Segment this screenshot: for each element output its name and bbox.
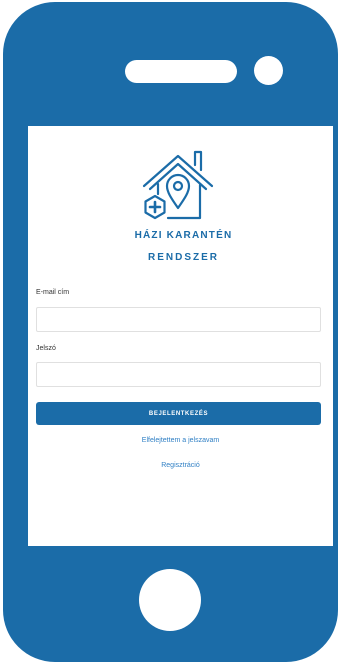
app-title-line2: RENDSZER — [147, 252, 219, 263]
register-link[interactable]: Regisztráció — [28, 462, 333, 469]
phone-home-button — [139, 569, 201, 631]
password-label: Jelszó — [36, 345, 56, 352]
login-button[interactable]: BEJELENTKEZÉS — [36, 402, 321, 425]
email-field[interactable] — [36, 307, 321, 332]
phone-speaker — [125, 60, 237, 83]
phone-camera — [254, 56, 283, 85]
password-field[interactable] — [36, 362, 321, 387]
forgot-password-link[interactable]: Elfelejtettem a jelszavam — [28, 437, 333, 444]
login-screen: HÁZI KARANTÉN RENDSZER E-mail cím Jelszó… — [28, 126, 333, 546]
house-location-pin-medical-icon — [142, 150, 214, 220]
phone-frame: HÁZI KARANTÉN RENDSZER E-mail cím Jelszó… — [3, 2, 338, 662]
app-title-line1: HÁZI KARANTÉN — [134, 230, 233, 241]
email-label: E-mail cím — [36, 289, 70, 296]
